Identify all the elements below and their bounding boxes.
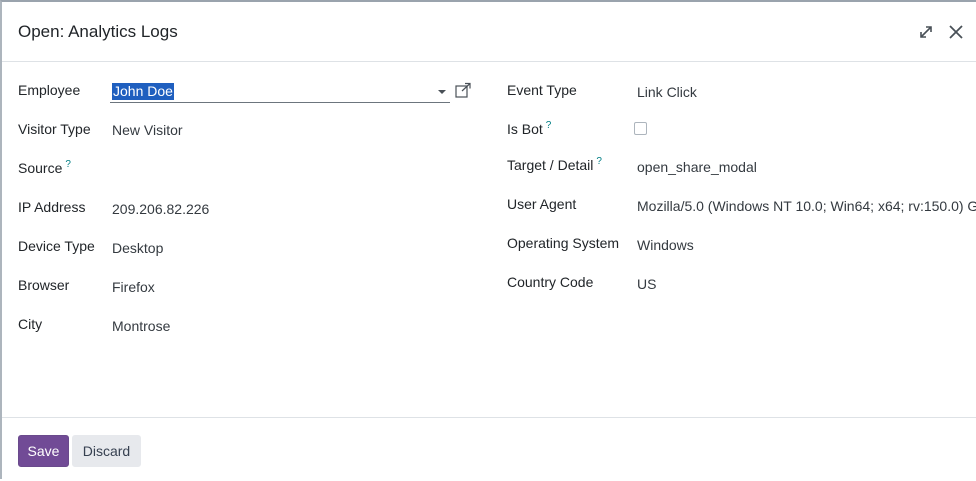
operating-system-value: Windows: [637, 237, 694, 253]
visitor-type-label: Visitor Type: [18, 121, 91, 137]
target-detail-help-icon[interactable]: ?: [596, 156, 602, 167]
city-value: Montrose: [112, 318, 171, 334]
device-type-value: Desktop: [112, 240, 164, 256]
operating-system-label: Operating System: [507, 235, 620, 251]
discard-button[interactable]: Discard: [72, 435, 141, 467]
city-label: City: [18, 316, 43, 332]
employee-value[interactable]: John Doe: [112, 83, 174, 100]
target-detail-label: Target / Detail?: [507, 156, 602, 173]
external-link-icon: [455, 82, 471, 98]
target-detail-label-text: Target / Detail: [507, 157, 594, 173]
expand-icon: [920, 26, 932, 38]
expand-button[interactable]: [914, 20, 938, 44]
event-type-label: Event Type: [507, 82, 577, 98]
device-type-label: Device Type: [18, 238, 95, 254]
ip-address-label: IP Address: [18, 199, 86, 215]
is-bot-label-text: Is Bot: [507, 121, 543, 137]
source-label: Source?: [18, 159, 71, 176]
country-code-value: US: [637, 276, 657, 292]
ip-address-value: 209.206.82.226: [112, 201, 210, 217]
is-bot-help-icon[interactable]: ?: [546, 120, 552, 131]
country-code-label: Country Code: [507, 274, 594, 290]
dialog-header: Open: Analytics Logs: [2, 2, 976, 62]
employee-external-link-button[interactable]: [454, 82, 472, 100]
is-bot-checkbox[interactable]: [634, 122, 647, 135]
analytics-log-dialog: Open: Analytics Logs Employee John Doe V…: [0, 0, 976, 479]
close-button[interactable]: [944, 20, 968, 44]
employee-field[interactable]: John Doe: [110, 80, 450, 103]
source-label-text: Source: [18, 160, 63, 176]
dialog-footer: Save Discard: [2, 417, 976, 481]
save-button[interactable]: Save: [18, 435, 69, 467]
target-detail-value: open_share_modal: [637, 159, 757, 175]
user-agent-label: User Agent: [507, 196, 577, 212]
is-bot-label: Is Bot?: [507, 120, 552, 137]
event-type-value: Link Click: [637, 84, 697, 100]
chevron-down-icon[interactable]: [438, 90, 446, 94]
browser-value: Firefox: [112, 279, 155, 295]
close-icon: [949, 25, 963, 39]
user-agent-value: Mozilla/5.0 (Windows NT 10.0; Win64; x64…: [637, 198, 976, 214]
employee-label: Employee: [18, 82, 81, 98]
visitor-type-value: New Visitor: [112, 122, 183, 138]
dialog-title: Open: Analytics Logs: [18, 22, 178, 41]
browser-label: Browser: [18, 277, 70, 293]
source-help-icon[interactable]: ?: [65, 159, 71, 170]
